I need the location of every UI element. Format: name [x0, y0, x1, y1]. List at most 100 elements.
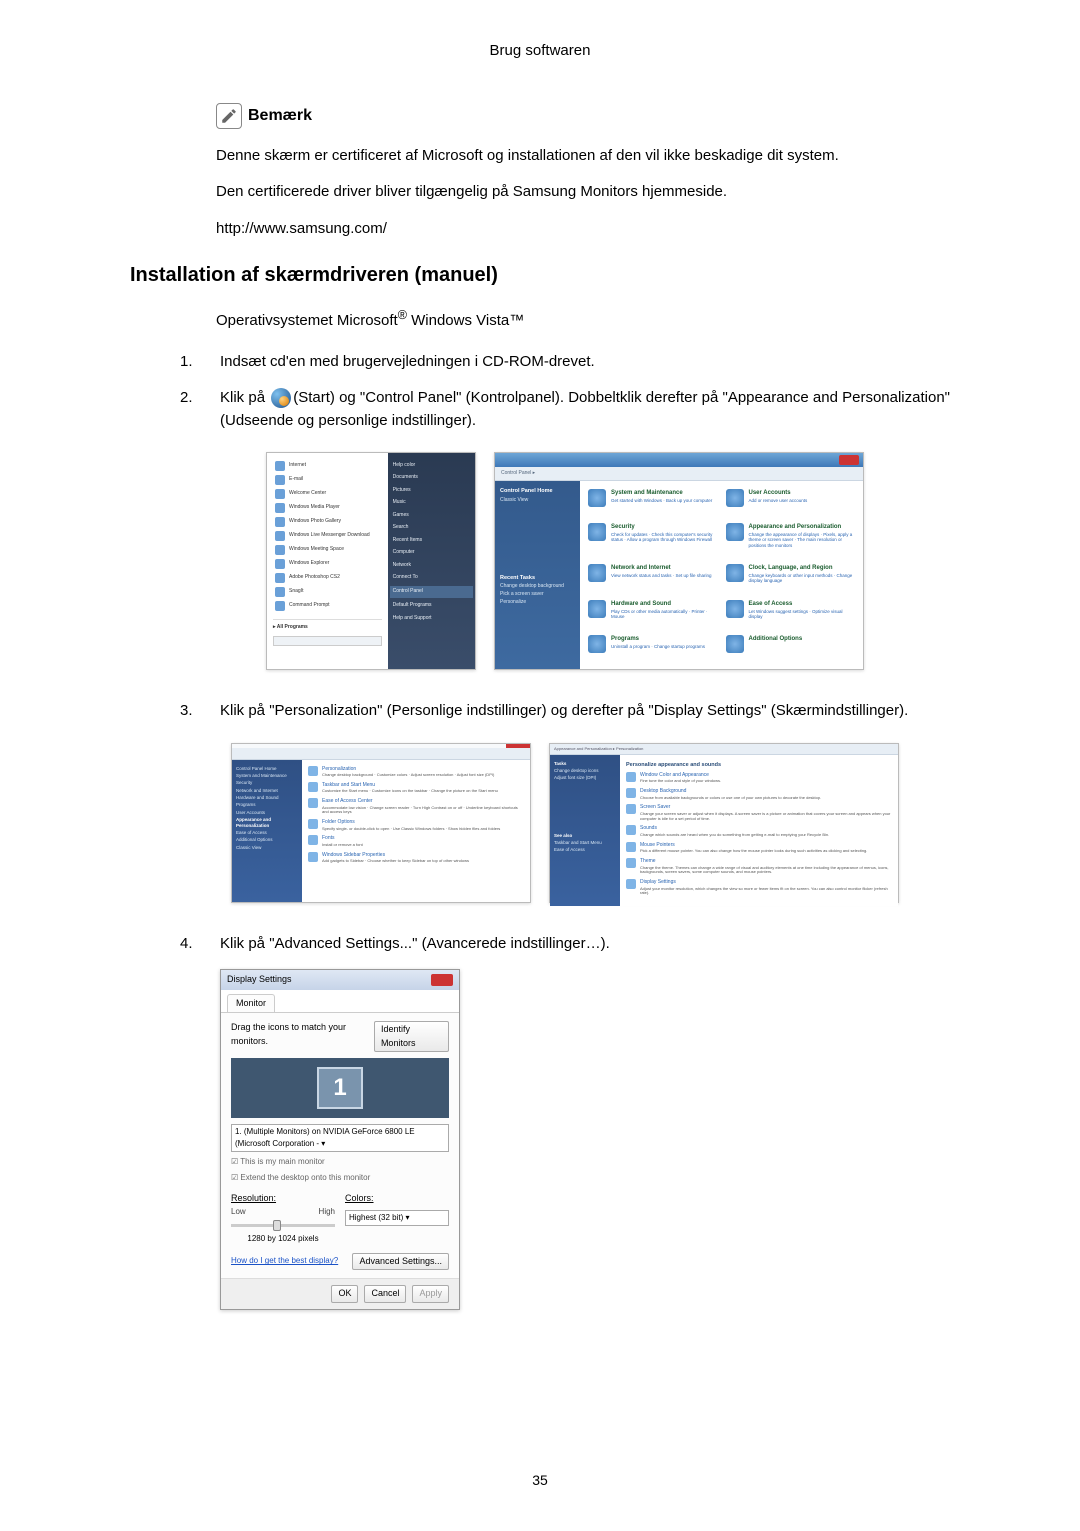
address-bar — [232, 748, 530, 760]
nav-item: Adjust font size (DPI) — [554, 774, 616, 781]
note-label: Bemærk — [248, 104, 312, 128]
monitor-select[interactable]: 1. (Multiple Monitors) on NVIDIA GeForce… — [231, 1124, 449, 1152]
registered-symbol: ® — [398, 308, 407, 322]
close-icon[interactable] — [431, 974, 453, 986]
step-2-pre: Klik på — [220, 389, 269, 406]
cat-link: View network status and tasks · Set up f… — [611, 573, 711, 578]
sm-item: Windows Meeting Space — [289, 546, 344, 554]
start-menu-screenshot: Internet E-mail Welcome Center Windows M… — [266, 452, 476, 670]
all-programs: All Programs — [277, 624, 308, 630]
appearance-personalization-screenshot: Control Panel Home System and Maintenanc… — [231, 743, 531, 903]
close-icon — [839, 455, 859, 465]
monitor-arrangement-area[interactable]: 1 — [231, 1058, 449, 1118]
identify-monitors-button[interactable]: Identify Monitors — [374, 1021, 449, 1052]
step-1-number: 1. — [180, 351, 198, 374]
os-post: Windows Vista™ — [407, 312, 524, 329]
page-subtitle: Personalize appearance and sounds — [626, 761, 892, 769]
sm-item: Command Prompt — [289, 602, 330, 610]
sm-r: Network — [393, 559, 470, 572]
item-icon — [308, 835, 318, 845]
sm-item: SnagIt — [289, 588, 303, 596]
advanced-settings-button[interactable]: Advanced Settings... — [352, 1253, 449, 1271]
ok-button[interactable]: OK — [331, 1285, 358, 1303]
extend-desktop-checkbox[interactable]: ☑ Extend the desktop onto this monitor — [231, 1172, 449, 1184]
item-desc: Accommodate low vision · Change screen r… — [322, 806, 524, 816]
category-icon — [726, 600, 744, 618]
sm-r: Help and Support — [393, 612, 470, 625]
sm-r: Computer — [393, 547, 470, 560]
sm-item: E-mail — [289, 476, 303, 484]
nav-item: Additional Options — [236, 836, 298, 843]
item-desc: Pick a different mouse pointer. You can … — [640, 849, 867, 854]
cp-side-item: Pick a screen saver — [500, 590, 575, 598]
category-icon — [588, 489, 606, 507]
screenshot-row-1: Internet E-mail Welcome Center Windows M… — [180, 452, 950, 670]
step-4-number: 4. — [180, 933, 198, 956]
address-bar: Control Panel ▸ — [495, 467, 863, 481]
colors-select[interactable]: Highest (32 bit) ▾ — [345, 1210, 449, 1226]
category-icon — [726, 564, 744, 582]
item-desc: Change which sounds are heard when you d… — [640, 833, 829, 838]
main-monitor-checkbox[interactable]: ☑ This is my main monitor — [231, 1156, 449, 1168]
step-2-post: (Start) og "Control Panel" (Kontrolpanel… — [220, 389, 950, 429]
monitor-tab[interactable]: Monitor — [227, 994, 275, 1013]
cat-name: Security — [611, 523, 718, 532]
start-search — [273, 636, 382, 646]
slider-low: Low — [231, 1206, 246, 1218]
cat-name: Programs — [611, 635, 705, 644]
item-desc: Add gadgets to Sidebar · Choose whether … — [322, 859, 469, 864]
item-desc: Change desktop background · Customize co… — [322, 773, 494, 778]
apply-button[interactable]: Apply — [412, 1285, 449, 1303]
page-header: Brug softwaren — [130, 40, 950, 63]
display-settings-dialog: Display Settings Monitor Drag the icons … — [220, 969, 460, 1310]
cat-link: Play CDs or other media automatically · … — [611, 609, 718, 620]
category-icon — [726, 635, 744, 653]
nav-item: Control Panel Home — [236, 765, 298, 772]
note-line-1: Denne skærm er certificeret af Microsoft… — [216, 145, 950, 168]
cp-side-item: Classic View — [500, 496, 575, 504]
dialog-title: Display Settings — [227, 973, 292, 987]
cat-name: Ease of Access — [749, 600, 856, 609]
page-number: 35 — [130, 1470, 950, 1491]
control-panel-screenshot: Control Panel ▸ Control Panel Home Class… — [494, 452, 864, 670]
monitor-1-icon[interactable]: 1 — [317, 1067, 363, 1109]
item-icon — [626, 842, 636, 852]
help-link[interactable]: How do I get the best display? — [231, 1255, 338, 1267]
sm-item: Windows Live Messenger Download — [289, 532, 370, 540]
item-icon — [308, 852, 318, 862]
category-icon — [726, 489, 744, 507]
category-icon — [588, 635, 606, 653]
item-icon — [626, 788, 636, 798]
sm-r: Search — [393, 522, 470, 535]
step-1-text: Indsæt cd'en med brugervejledningen i CD… — [220, 351, 950, 374]
nav-item: Network and Internet — [236, 787, 298, 794]
note-url: http://www.samsung.com/ — [216, 218, 950, 241]
item-desc: Customize the Start menu · Customize ico… — [322, 789, 498, 794]
personalization-screenshot: Appearance and Personalization ▸ Persona… — [549, 743, 899, 903]
os-line: Operativsystemet Microsoft® Windows Vist… — [216, 306, 950, 333]
item-desc: Change the theme. Themes can change a wi… — [640, 866, 892, 876]
item-icon — [308, 798, 318, 808]
resolution-slider[interactable] — [231, 1224, 335, 1227]
cancel-button[interactable]: Cancel — [364, 1285, 406, 1303]
sm-r: Music — [393, 497, 470, 510]
cp-side-item: Change desktop background — [500, 582, 575, 590]
resolution-label: Resolution: — [231, 1192, 335, 1206]
item-icon — [626, 825, 636, 835]
chk-label: This is my main monitor — [240, 1157, 324, 1166]
nav-item: Hardware and Sound — [236, 794, 298, 801]
note-heading: Bemærk — [216, 103, 950, 129]
category-icon — [588, 564, 606, 582]
cat-link: Add or remove user accounts — [749, 498, 808, 503]
nav-item: User Accounts — [236, 809, 298, 816]
item-desc: Choose from available backgrounds or col… — [640, 796, 821, 801]
step-3-text: Klik på "Personalization" (Personlige in… — [220, 700, 950, 723]
cat-name: Appearance and Personalization — [749, 523, 856, 532]
sm-item: Welcome Center — [289, 490, 326, 498]
cat-name: Hardware and Sound — [611, 600, 718, 609]
sm-r: Default Programs — [393, 600, 470, 613]
step-2-text: Klik på (Start) og "Control Panel" (Kont… — [220, 387, 950, 432]
nav-item: Tasks — [554, 760, 616, 767]
os-pre: Operativsystemet Microsoft — [216, 312, 398, 329]
drag-instruction: Drag the icons to match your monitors. — [231, 1021, 374, 1048]
